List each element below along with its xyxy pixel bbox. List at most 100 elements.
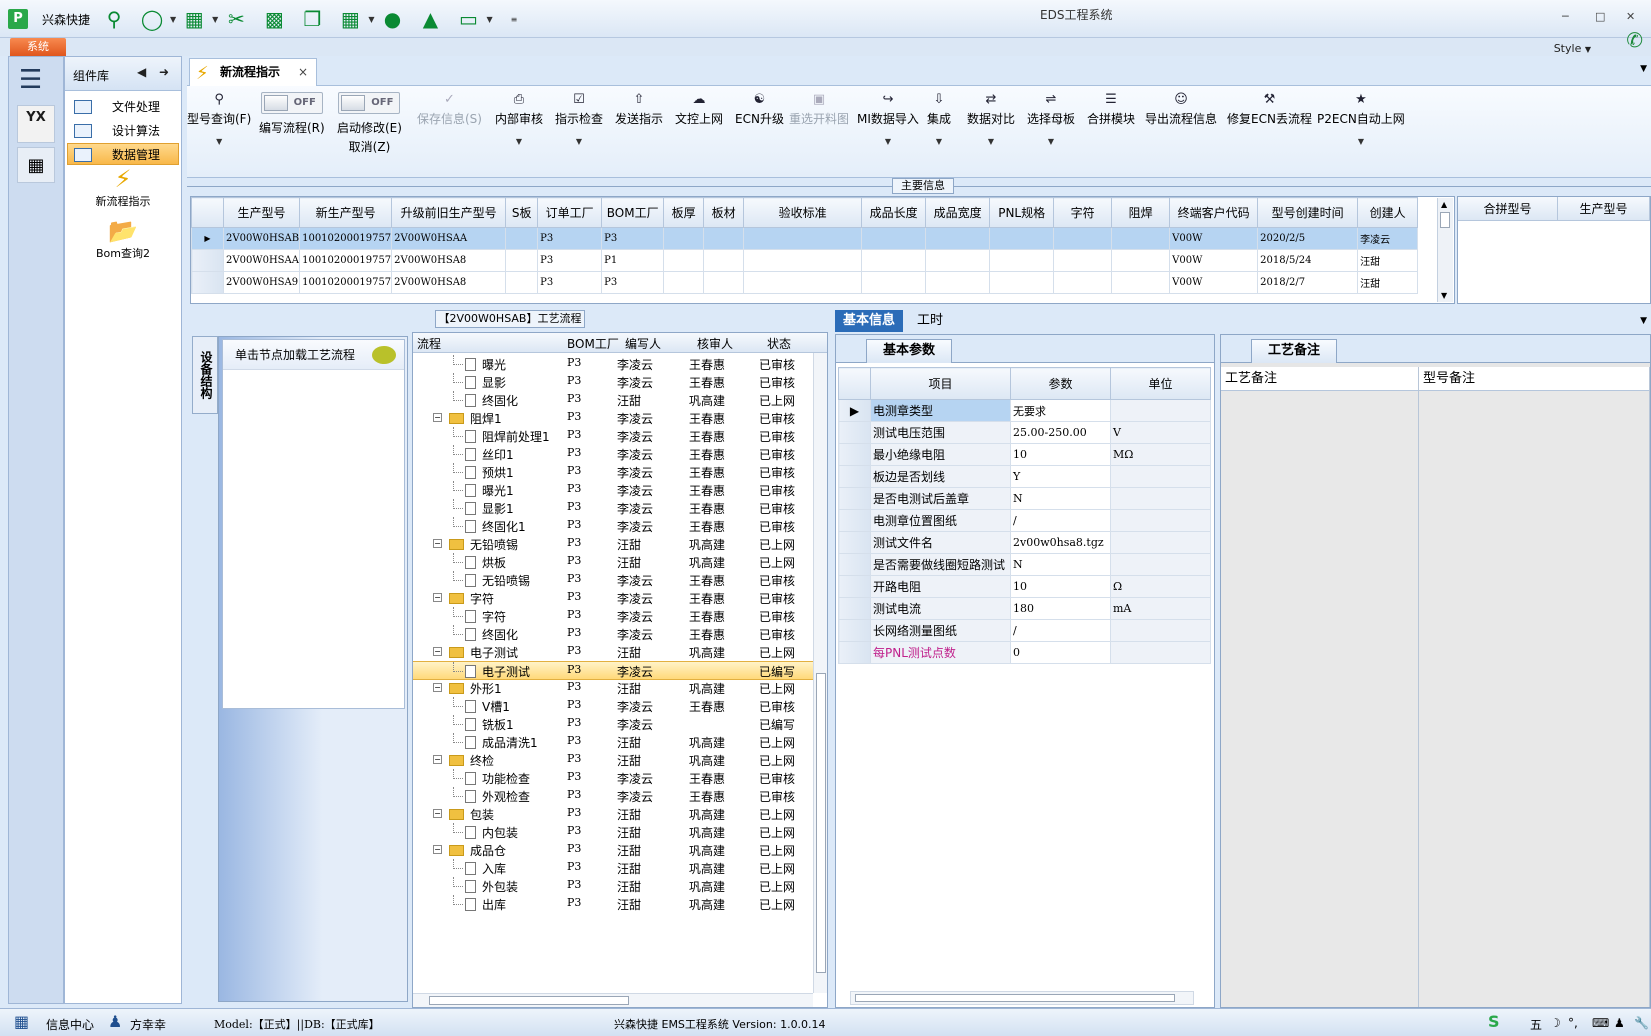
table-cell[interactable] [743,249,863,272]
table-cell[interactable] [505,249,539,272]
table-cell[interactable]: 2V00W0HSA8 [391,249,507,272]
ribbon-button-4[interactable]: ⎙ 内部审核 ▼ [495,92,543,146]
table-cell[interactable]: P3 [537,227,603,250]
param-value-cell[interactable]: Y [1010,465,1111,488]
params-row[interactable]: 测试电压范围 25.00-250.00 V [838,421,1211,444]
process-tree-node[interactable]: 终固化 P3 汪甜 巩高建 已上网 [413,391,813,410]
table-cell[interactable] [925,271,991,294]
table-cell[interactable] [663,249,705,272]
column-header[interactable]: 新生产型号 [299,197,393,228]
tab-process-remarks[interactable]: 工艺备注 [1251,339,1338,363]
table-cell[interactable]: P3 [537,249,603,272]
table-cell[interactable]: 10010200019757 [299,227,393,250]
table-cell[interactable] [861,227,927,250]
column-header[interactable]: 核审人 [697,335,733,352]
maximize-button[interactable]: □ [1595,10,1605,23]
chevron-down-icon[interactable]: ▼ [368,15,374,24]
process-tree-node[interactable]: 外观检查 P3 李凌云 王春惠 已审核 [413,787,813,806]
table-cell[interactable] [663,271,705,294]
process-tree-node[interactable]: 无铅喷锡 P3 李凌云 王春惠 已审核 [413,571,813,590]
table-cell[interactable] [1053,271,1113,294]
table-cell[interactable] [925,249,991,272]
column-header[interactable]: 单位 [1110,367,1211,400]
process-tree-node[interactable]: − 无铅喷锡 P3 汪甜 巩高建 已上网 [413,535,813,554]
ribbon-button-15[interactable]: ☺ 导出流程信息 [1145,92,1217,127]
table-cell[interactable]: 汪甜 [1357,271,1419,294]
process-tree-node[interactable]: − 终检 P3 汪甜 巩高建 已上网 [413,751,813,770]
process-tree-node[interactable]: 出库 P3 汪甜 巩高建 已上网 [413,895,813,914]
table-cell[interactable]: P3 [537,271,603,294]
table-cell[interactable] [989,271,1055,294]
ribbon-button-13[interactable]: ⇌ 选择母板 ▼ [1027,92,1075,146]
customize-toolbar-icon[interactable]: ≡ [511,15,518,24]
table-cell[interactable]: 2V00W0HSA9 [222,271,301,294]
collapse-toggle-icon[interactable]: − [433,809,442,818]
params-row[interactable]: ▶ 电测章类型 无要求 [838,399,1211,422]
copy-icon[interactable]: ❐ [298,6,326,32]
ribbon-button-5[interactable]: ☑ 指示检查 ▼ [555,92,603,146]
table-cell[interactable]: 2V00W0HSAA [222,249,301,272]
table-cell[interactable] [505,227,539,250]
menu-icon[interactable]: ☰ [19,65,42,95]
calculator-icon[interactable]: ▦ [17,147,55,183]
process-tree-node[interactable]: 外包装 P3 汪甜 巩高建 已上网 [413,877,813,896]
table-cell[interactable] [989,227,1055,250]
close-tab-icon[interactable]: × [298,59,308,85]
collapse-toggle-icon[interactable]: − [433,539,442,548]
user-icon[interactable]: ♟ [1614,1016,1625,1030]
table-cell[interactable]: 2018/2/7 [1257,271,1359,294]
pin-icon[interactable]: ➜ [159,65,169,79]
search-icon[interactable]: ⚲ [100,6,128,32]
process-tree-node[interactable]: 内包装 P3 汪甜 巩高建 已上网 [413,823,813,842]
table-cell[interactable] [663,227,705,250]
ribbon-button-0[interactable]: ⚲ 型号查询(F) ▼ [187,92,251,146]
keyboard-icon[interactable]: ⌨ [1592,1016,1609,1030]
table-cell[interactable]: P3 [601,227,665,250]
table-cell[interactable] [1111,271,1171,294]
style-menu[interactable]: Style ▼ [1554,42,1591,55]
process-tree-node[interactable]: 曝光 P3 李凌云 王春惠 已审核 [413,355,813,374]
params-row[interactable]: 最小绝缘电阻 10 MΩ [838,443,1211,466]
process-tree-node[interactable]: − 外形1 P3 汪甜 巩高建 已上网 [413,679,813,698]
tab-work-hours[interactable]: 工时 [909,310,951,332]
ime-logo-icon[interactable]: S [1488,1012,1500,1031]
param-value-cell[interactable]: 25.00-250.00 [1010,421,1111,444]
table-cell[interactable]: 2V00W0HSA8 [391,271,507,294]
process-tree-node[interactable]: − 字符 P3 李凌云 王春惠 已审核 [413,589,813,608]
process-tree-node[interactable]: 功能检查 P3 李凌云 王春惠 已审核 [413,769,813,788]
process-tree-node[interactable]: − 阻焊1 P3 李凌云 王春惠 已审核 [413,409,813,428]
column-header[interactable]: 板厚 [663,197,705,228]
chevron-down-icon[interactable]: ▼ [1317,137,1405,146]
process-tree-node[interactable]: 阻焊前处理1 P3 李凌云 王春惠 已审核 [413,427,813,446]
process-tree-vscroll[interactable] [813,353,827,993]
process-tree-node[interactable]: 显影 P3 李凌云 王春惠 已审核 [413,373,813,392]
chevron-down-icon[interactable]: ▼ [187,137,251,146]
process-tree-node[interactable]: 丝印1 P3 李凌云 王春惠 已审核 [413,445,813,464]
scroll-thumb[interactable] [429,996,629,1005]
table-row[interactable]: ▶ 2V00W0HSAB 10010200019757 2V00W0HSAA P3 P3 V… [191,227,1419,250]
process-tree-hscroll[interactable] [413,993,813,1007]
ribbon-button-6[interactable]: ⇧ 发送指示 [615,92,663,127]
table-row[interactable]: 2V00W0HSAA 10010200019757 2V00W0HSA8 P3 P1 V0… [191,249,1419,272]
collapse-toggle-icon[interactable]: − [433,755,442,764]
chevron-down-icon[interactable]: ▼ [1027,137,1075,146]
table-cell[interactable] [989,249,1055,272]
table-cell[interactable]: 10010200019757 [299,271,393,294]
moon-icon[interactable]: ☽ [1550,1016,1561,1030]
apps-grid-icon[interactable]: ▦ [336,6,364,32]
table-cell[interactable]: 2020/2/5 [1257,227,1359,250]
tab-basic-params[interactable]: 基本参数 [866,339,953,363]
params-row[interactable]: 长网络测量图纸 / [838,619,1211,642]
table-cell[interactable]: P1 [601,249,665,272]
process-tree[interactable]: 流程 BOM工厂 编写人 核审人 状态 曝光 P3 李凌云 王春惠 已审核 显影 P3 李凌云… [412,332,828,1008]
param-value-cell[interactable]: 0 [1010,641,1111,664]
params-row[interactable]: 板边是否划线 Y [838,465,1211,488]
column-header[interactable]: 订单工厂 [537,197,603,228]
ribbon-button-17[interactable]: ★ P2ECN自动上网 ▼ [1317,92,1405,146]
table-cell[interactable] [703,227,745,250]
user-icon[interactable]: ● [378,6,406,32]
column-header[interactable]: 验收标准 [743,197,863,228]
table-cell[interactable]: V00W [1169,249,1259,272]
column-header[interactable]: 状态 [767,335,791,352]
process-tree-node[interactable]: 字符 P3 李凌云 王春惠 已审核 [413,607,813,626]
